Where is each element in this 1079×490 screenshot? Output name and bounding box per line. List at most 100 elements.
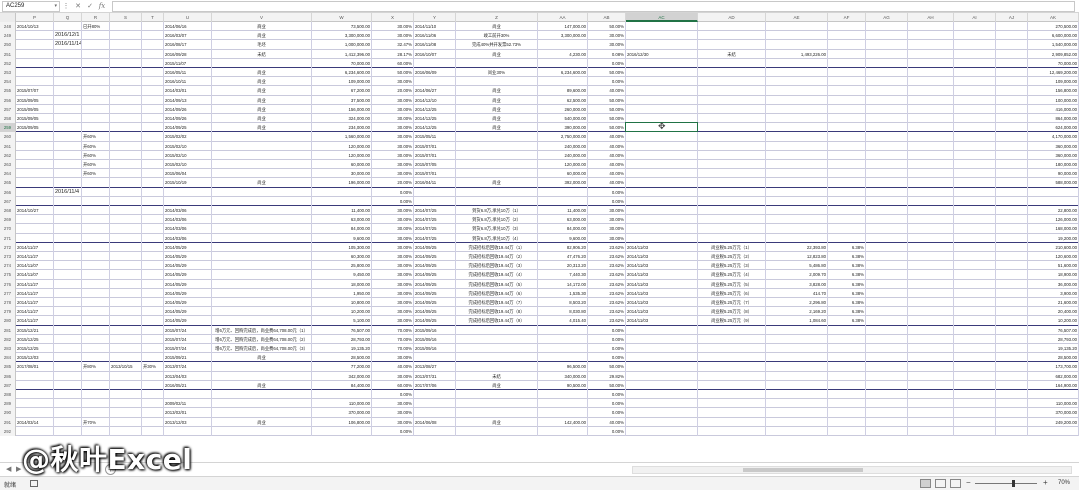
row-header[interactable]: 259 xyxy=(0,123,16,133)
cell-u[interactable]: 2016/03/07 xyxy=(164,31,212,41)
row-header[interactable]: 248 xyxy=(0,22,16,32)
cell-v[interactable]: 尚业 xyxy=(212,104,312,114)
cell-ai[interactable] xyxy=(954,68,996,78)
cell-aa[interactable]: 8,503.20 xyxy=(538,298,588,308)
cell-y[interactable]: 2014/09/25 xyxy=(414,316,456,326)
cell-ai[interactable] xyxy=(954,150,996,160)
cell-ac[interactable] xyxy=(626,77,698,87)
cell-x[interactable]: 30.00% xyxy=(372,307,414,317)
cell-ad[interactable] xyxy=(698,132,766,142)
cell-ai[interactable] xyxy=(954,178,996,188)
cell-aj[interactable] xyxy=(996,169,1028,179)
cell-ad[interactable] xyxy=(698,380,766,390)
column-header[interactable]: P xyxy=(16,13,54,22)
cell-r[interactable] xyxy=(82,58,110,68)
cell-z[interactable] xyxy=(456,334,538,344)
cell-ab[interactable]: 23.62% xyxy=(588,279,626,289)
cell-q[interactable] xyxy=(54,224,82,234)
cell-z[interactable] xyxy=(456,141,538,151)
cell-t[interactable] xyxy=(142,288,164,298)
cell-ab[interactable]: 0.00% xyxy=(588,344,626,354)
cell-aj[interactable] xyxy=(996,371,1028,381)
cell-ai[interactable] xyxy=(954,371,996,381)
cell-u[interactable]: 2015/06/04 xyxy=(164,169,212,179)
cell-af[interactable]: 6.38% xyxy=(828,270,866,280)
cell-ah[interactable] xyxy=(908,224,954,234)
cell-ad[interactable] xyxy=(698,325,766,335)
cell-s[interactable] xyxy=(110,206,142,216)
cell-t[interactable] xyxy=(142,215,164,225)
cell-s[interactable] xyxy=(110,123,142,133)
cell-p[interactable] xyxy=(16,380,54,390)
cell-s[interactable] xyxy=(110,353,142,363)
cell-r[interactable] xyxy=(82,178,110,188)
cell-s[interactable] xyxy=(110,95,142,105)
select-all-corner[interactable] xyxy=(0,13,16,22)
cell-w[interactable]: 5,100.00 xyxy=(312,316,372,326)
cell-ah[interactable] xyxy=(908,123,954,133)
cell-ak[interactable]: 51,600.00 xyxy=(1028,261,1079,271)
cell-x[interactable]: 30.00% xyxy=(372,132,414,142)
cell-w[interactable]: 60,000.00 xyxy=(312,160,372,170)
cell-af[interactable] xyxy=(828,224,866,234)
cell-y[interactable]: 2015/07/01 xyxy=(414,141,456,151)
cell-w[interactable]: 106,800.00 xyxy=(312,417,372,427)
cell-aj[interactable] xyxy=(996,58,1028,68)
cell-ag[interactable] xyxy=(866,417,908,427)
cell-ad[interactable] xyxy=(698,353,766,363)
cell-v[interactable]: 尚业 xyxy=(212,31,312,41)
cell-p[interactable] xyxy=(16,390,54,400)
cell-af[interactable] xyxy=(828,49,866,59)
cell-w[interactable]: 11,400.00 xyxy=(312,206,372,216)
cell-r[interactable] xyxy=(82,353,110,363)
cell-p[interactable]: 2015/12/03 xyxy=(16,353,54,363)
cell-u[interactable]: 2013/12/03 xyxy=(164,417,212,427)
cell-u[interactable]: 2015/02/10 xyxy=(164,141,212,151)
row-header[interactable]: 276 xyxy=(0,279,16,289)
cell-w[interactable] xyxy=(312,196,372,206)
cell-aj[interactable] xyxy=(996,95,1028,105)
cell-af[interactable]: 6.38% xyxy=(828,298,866,308)
cell-ad[interactable]: 尚业税5.25万元（6） xyxy=(698,288,766,298)
cell-ag[interactable] xyxy=(866,132,908,142)
cell-ac[interactable]: 2014/11/03 xyxy=(626,288,698,298)
cell-ad[interactable] xyxy=(698,417,766,427)
cell-q[interactable] xyxy=(54,196,82,206)
cell-aa[interactable]: 540,000.00 xyxy=(538,114,588,124)
cell-w[interactable]: 342,000.00 xyxy=(312,371,372,381)
cell-z[interactable] xyxy=(456,344,538,354)
cell-y[interactable]: 2014/07/25 xyxy=(414,206,456,216)
cell-r[interactable] xyxy=(82,408,110,418)
cell-ae[interactable] xyxy=(766,399,828,409)
cell-u[interactable]: 2016/09/28 xyxy=(164,49,212,59)
cell-af[interactable] xyxy=(828,68,866,78)
cell-y[interactable]: 2015/09/16 xyxy=(414,334,456,344)
cell-ab[interactable]: 30.00% xyxy=(588,31,626,41)
cell-ad[interactable] xyxy=(698,114,766,124)
cell-v[interactable] xyxy=(212,206,312,216)
column-header[interactable]: W xyxy=(312,13,372,22)
cell-ad[interactable] xyxy=(698,104,766,114)
cell-w[interactable]: 28,500.00 xyxy=(312,353,372,363)
cell-ae[interactable] xyxy=(766,224,828,234)
cell-p[interactable]: 2014/10/27 xyxy=(16,206,54,216)
cell-y[interactable]: 2014/07/25 xyxy=(414,233,456,243)
cell-p[interactable] xyxy=(16,77,54,87)
column-header[interactable]: AA xyxy=(538,13,588,22)
cell-aj[interactable] xyxy=(996,206,1028,216)
cell-r[interactable]: 开60% xyxy=(82,132,110,142)
cell-r[interactable] xyxy=(82,344,110,354)
cell-y[interactable]: 2014/09/25 xyxy=(414,279,456,289)
cell-ab[interactable]: 23.62% xyxy=(588,316,626,326)
cell-aj[interactable] xyxy=(996,77,1028,87)
cell-ak[interactable]: 360,000.00 xyxy=(1028,150,1079,160)
cell-s[interactable] xyxy=(110,233,142,243)
cell-ab[interactable]: 0.00% xyxy=(588,77,626,87)
cell-y[interactable]: 2014/12/25 xyxy=(414,114,456,124)
cell-af[interactable] xyxy=(828,426,866,436)
cell-q[interactable]: 2016/12/1 xyxy=(54,31,82,41)
cell-r[interactable]: 开60% xyxy=(82,141,110,151)
cell-ac[interactable] xyxy=(626,390,698,400)
cell-p[interactable]: 2014/10/13 xyxy=(16,22,54,32)
cell-r[interactable] xyxy=(82,95,110,105)
